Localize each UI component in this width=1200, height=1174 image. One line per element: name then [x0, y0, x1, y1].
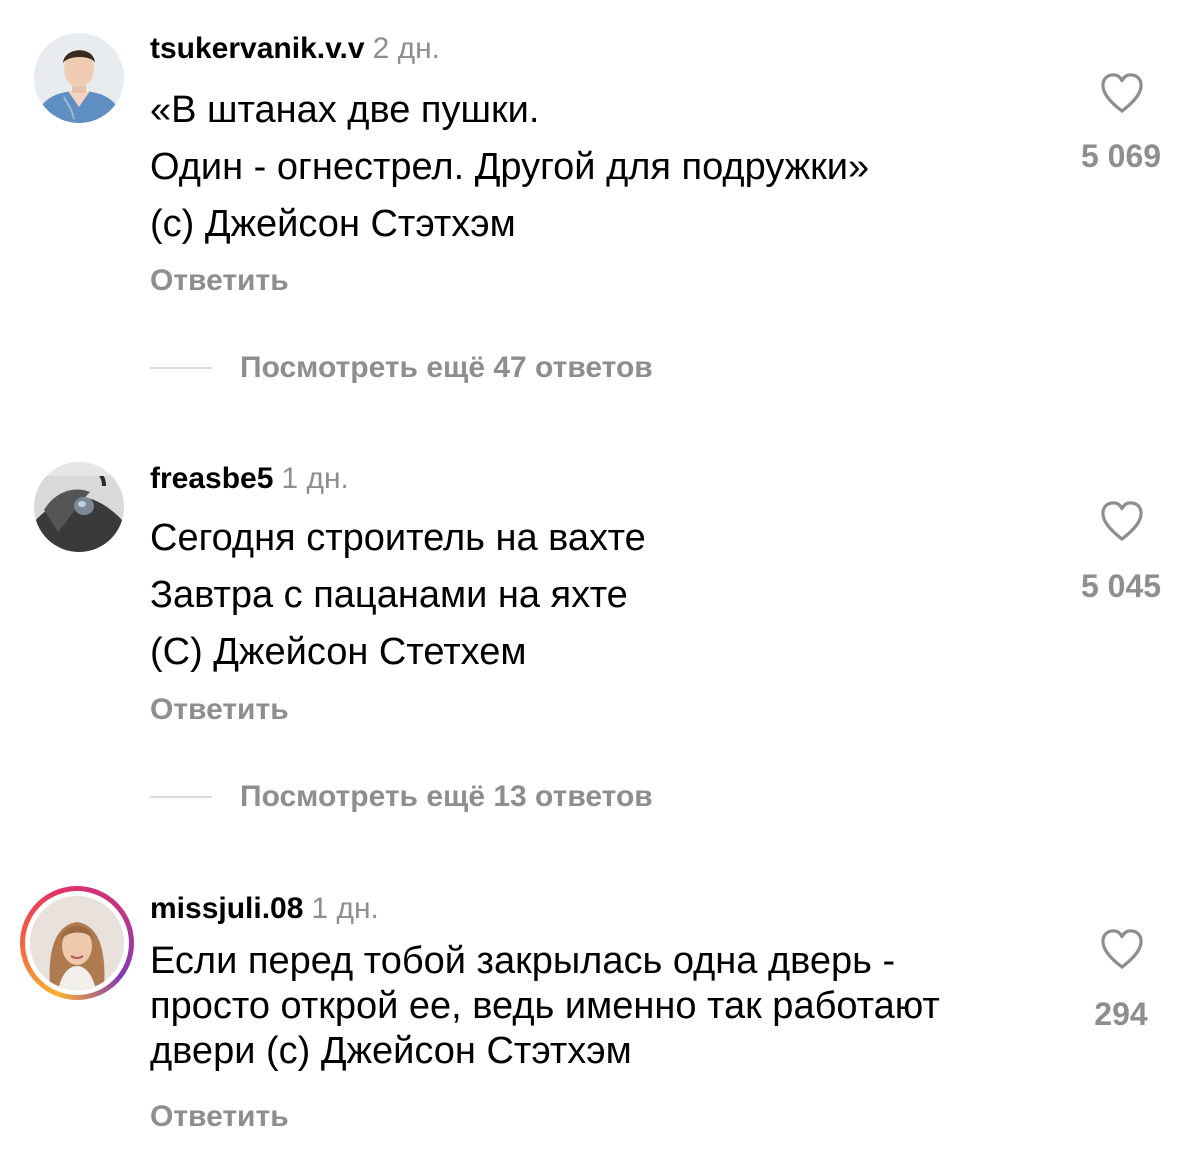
like-count: 5 045 — [1080, 568, 1162, 604]
comment-line: Сегодня строитель на вахте — [150, 517, 646, 559]
avatar-photo — [30, 896, 124, 990]
reply-button[interactable]: Ответить — [150, 1100, 289, 1134]
avatar — [30, 896, 124, 990]
avatar[interactable] — [34, 462, 124, 552]
username[interactable]: freasbe5 — [150, 462, 273, 495]
avatar-photo — [34, 462, 124, 552]
reply-button[interactable]: Ответить — [150, 693, 289, 727]
view-replies-button[interactable]: Посмотреть ещё 13 ответов — [150, 780, 653, 814]
comment-line: Один - огнестрел. Другой для подружки» — [150, 146, 870, 188]
comment-line: «В штанах две пушки. — [150, 89, 540, 131]
comment-item: freasbe5 1 дн. Сегодня строитель на вахте… — [0, 420, 1200, 850]
timestamp: 2 дн. — [372, 32, 441, 65]
comment-line: просто открой ее, ведь именно так работа… — [150, 985, 940, 1027]
comment-item: tsukervanik.v.v 2 дн. «В штанах две пушки… — [0, 0, 1200, 420]
view-replies-label: Посмотреть ещё 47 ответов — [240, 351, 653, 384]
comment-line: Завтра с пацанами на яхте — [150, 574, 628, 616]
comment-header: tsukervanik.v.v 2 дн. — [150, 32, 440, 66]
timestamp: 1 дн. — [311, 892, 379, 925]
username[interactable]: tsukervanik.v.v — [150, 32, 365, 65]
comment-header: freasbe5 1 дн. — [150, 462, 349, 496]
view-replies-button[interactable]: Посмотреть ещё 47 ответов — [150, 351, 653, 385]
comment-header: missjuli.08 1 дн. — [150, 892, 379, 926]
comment-line: (С) Джейсон Стетхем — [150, 631, 527, 673]
timestamp: 1 дн. — [281, 462, 349, 495]
comment-line: Если перед тобой закрылась одна дверь - — [150, 940, 896, 982]
avatar-photo — [34, 33, 124, 123]
heart-icon[interactable] — [1099, 500, 1145, 542]
divider-line — [150, 796, 212, 798]
comment-line: двери (с) Джейсон Стэтхэм — [150, 1030, 632, 1072]
comment-line: (с) Джейсон Стэтхэм — [150, 203, 516, 245]
view-replies-label: Посмотреть ещё 13 ответов — [240, 780, 653, 813]
heart-icon[interactable] — [1099, 928, 1145, 970]
story-ring[interactable] — [20, 886, 134, 1000]
heart-icon[interactable] — [1099, 72, 1145, 114]
divider-line — [150, 367, 212, 369]
comment-text: «В штанах две пушки. Один - огнестрел. Д… — [150, 82, 1030, 253]
comment-item: missjuli.08 1 дн. Если перед тобой закрыл… — [0, 850, 1200, 1174]
comment-text: Сегодня строитель на вахте Завтра с паца… — [150, 510, 1030, 681]
reply-button[interactable]: Ответить — [150, 264, 289, 298]
comment-text: Если перед тобой закрылась одна дверь - … — [150, 939, 1030, 1074]
username[interactable]: missjuli.08 — [150, 892, 303, 925]
like-count: 294 — [1094, 996, 1148, 1032]
avatar[interactable] — [34, 33, 124, 123]
like-count: 5 069 — [1080, 138, 1162, 174]
